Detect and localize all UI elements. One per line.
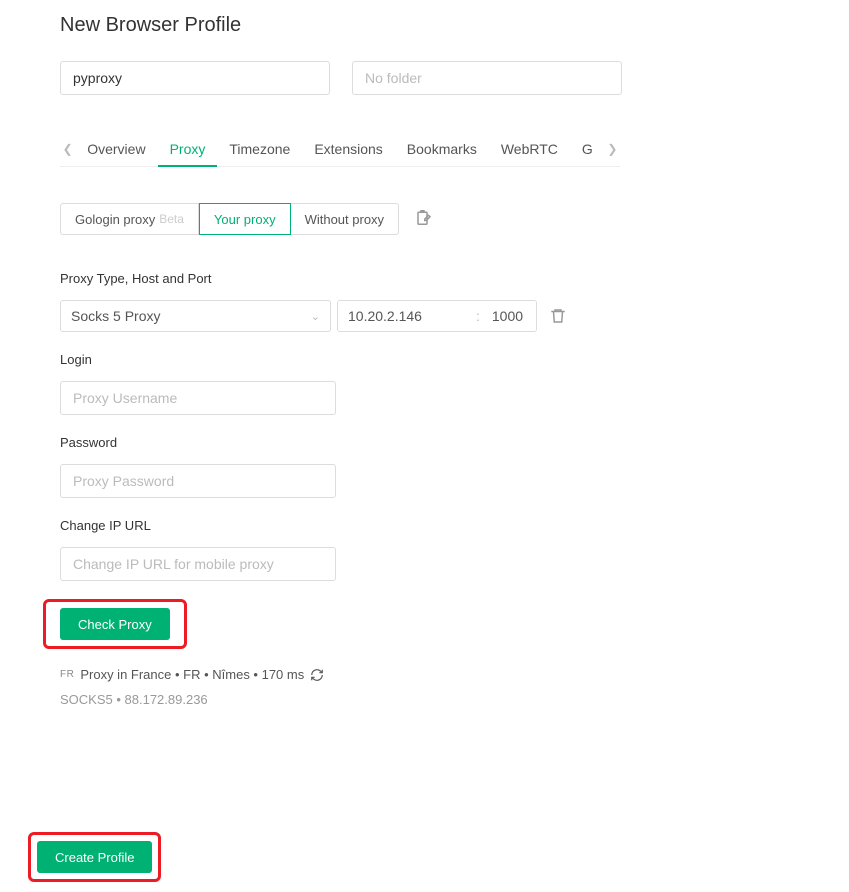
proxy-source-your-proxy[interactable]: Your proxy <box>199 203 291 235</box>
proxy-host-port-label: Proxy Type, Host and Port <box>60 271 789 286</box>
proxy-source-label: Your proxy <box>214 212 276 227</box>
country-code-badge: FR <box>60 669 74 680</box>
host-port-group: : <box>337 300 537 332</box>
profile-name-input[interactable] <box>60 61 330 95</box>
chevron-down-icon: ⌄ <box>311 310 320 323</box>
page-title: New Browser Profile <box>60 14 789 37</box>
proxy-status-line2: SOCKS5 • 88.172.89.236 <box>60 692 789 707</box>
tabs-next-arrow-icon[interactable]: ❯ <box>605 142 620 156</box>
check-proxy-row: Check Proxy <box>43 599 789 649</box>
tab-bookmarks[interactable]: Bookmarks <box>395 131 489 167</box>
tab-overview[interactable]: Overview <box>75 131 157 167</box>
proxy-status: FR Proxy in France • FR • Nîmes • 170 ms… <box>60 667 789 707</box>
paste-from-clipboard-icon[interactable] <box>415 210 433 228</box>
proxy-password-input[interactable] <box>60 464 336 498</box>
tabs-row: ❮ Overview Proxy Timezone Extensions Boo… <box>60 131 620 167</box>
red-highlight-create-profile: Create Profile <box>28 832 161 882</box>
check-proxy-button[interactable]: Check Proxy <box>60 608 170 640</box>
proxy-host-input[interactable] <box>338 301 474 331</box>
red-highlight-check-proxy: Check Proxy <box>43 599 187 649</box>
proxy-status-line1: Proxy in France • FR • Nîmes • 170 ms <box>80 667 304 682</box>
tab-webrtc[interactable]: WebRTC <box>489 131 570 167</box>
proxy-port-input[interactable] <box>482 301 536 331</box>
tab-extensions[interactable]: Extensions <box>302 131 394 167</box>
bottom-action-bar: Create Profile <box>28 832 161 882</box>
refresh-icon[interactable] <box>310 668 324 682</box>
proxy-type-value: Socks 5 Proxy <box>71 308 160 324</box>
password-label: Password <box>60 435 789 450</box>
top-inputs-row <box>60 61 789 95</box>
create-profile-button[interactable]: Create Profile <box>37 841 152 873</box>
tab-proxy[interactable]: Proxy <box>158 131 218 167</box>
proxy-source-label: Gologin proxy <box>75 212 155 227</box>
folder-select[interactable] <box>352 61 622 95</box>
changeip-label: Change IP URL <box>60 518 789 533</box>
proxy-username-input[interactable] <box>60 381 336 415</box>
login-label: Login <box>60 352 789 367</box>
tab-timezone[interactable]: Timezone <box>217 131 302 167</box>
change-ip-url-input[interactable] <box>60 547 336 581</box>
tabs-prev-arrow-icon[interactable]: ❮ <box>60 142 75 156</box>
proxy-source-segment: Gologin proxy Beta Your proxy Without pr… <box>60 203 789 235</box>
proxy-source-label: Without proxy <box>305 212 384 227</box>
proxy-host-row: Socks 5 Proxy ⌄ : <box>60 300 789 332</box>
tab-geolocation-truncated[interactable]: G <box>570 131 605 167</box>
proxy-type-select[interactable]: Socks 5 Proxy ⌄ <box>60 300 331 332</box>
delete-proxy-icon[interactable] <box>549 307 567 325</box>
proxy-source-gologin[interactable]: Gologin proxy Beta <box>60 203 199 235</box>
proxy-source-without[interactable]: Without proxy <box>291 203 399 235</box>
host-port-separator: : <box>474 308 482 324</box>
beta-badge: Beta <box>159 212 184 226</box>
